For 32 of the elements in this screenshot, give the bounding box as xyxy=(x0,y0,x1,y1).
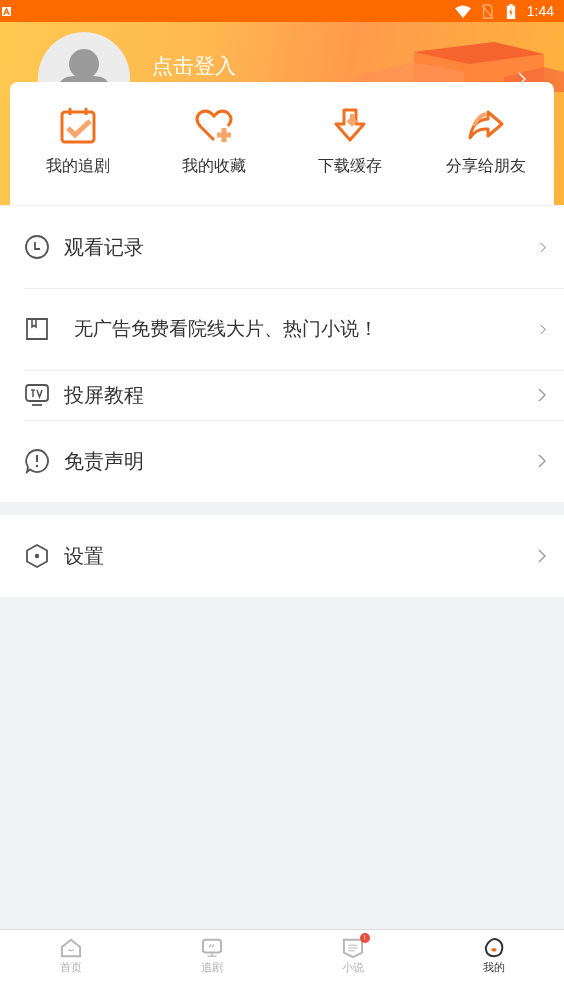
status-time: 1:44 xyxy=(526,3,554,19)
shortcut-label[interactable]: 我的追剧 xyxy=(46,156,110,177)
shortcut-label[interactable]: 我的收藏 xyxy=(182,156,246,177)
chevron-right-icon xyxy=(538,454,546,468)
menu-item[interactable]: 免责声明 xyxy=(0,420,564,502)
clock-icon xyxy=(24,234,50,260)
book-icon xyxy=(24,316,50,342)
tv-icon xyxy=(24,382,50,408)
chevron-right-icon xyxy=(540,323,546,335)
menu-label: 观看记录 xyxy=(64,233,144,261)
menu-item[interactable]: 观看记录 xyxy=(0,206,564,288)
menu-item[interactable]: 设置 xyxy=(0,515,564,597)
shortcut-label[interactable]: 分享给朋友 xyxy=(446,156,526,177)
menu-label: 投屏教程 xyxy=(64,381,144,409)
menu-label: 设置 xyxy=(64,542,104,570)
menu-label: 无广告免费看院线大片、热门小说！ xyxy=(74,316,378,341)
shortcut-label[interactable]: 下载缓存 xyxy=(318,156,382,177)
chevron-right-icon xyxy=(540,241,546,253)
chevron-right-icon xyxy=(538,549,546,563)
calendar-check-icon xyxy=(58,106,98,146)
monitor-icon xyxy=(200,938,223,958)
tab[interactable]: 我的 xyxy=(478,930,509,975)
exclamation-bubble-icon xyxy=(24,448,50,474)
hexagon-icon xyxy=(24,543,50,569)
chevron-right-icon xyxy=(538,388,546,402)
menu-label: 免责声明 xyxy=(64,447,144,475)
document-shield-icon xyxy=(341,938,364,958)
menu-item[interactable]: 无广告免费看院线大片、热门小说！ xyxy=(0,288,564,370)
wifi-icon xyxy=(454,3,471,19)
house-icon xyxy=(59,938,82,958)
menu-item[interactable]: 投屏教程 xyxy=(0,370,564,420)
egg-icon xyxy=(482,938,505,958)
